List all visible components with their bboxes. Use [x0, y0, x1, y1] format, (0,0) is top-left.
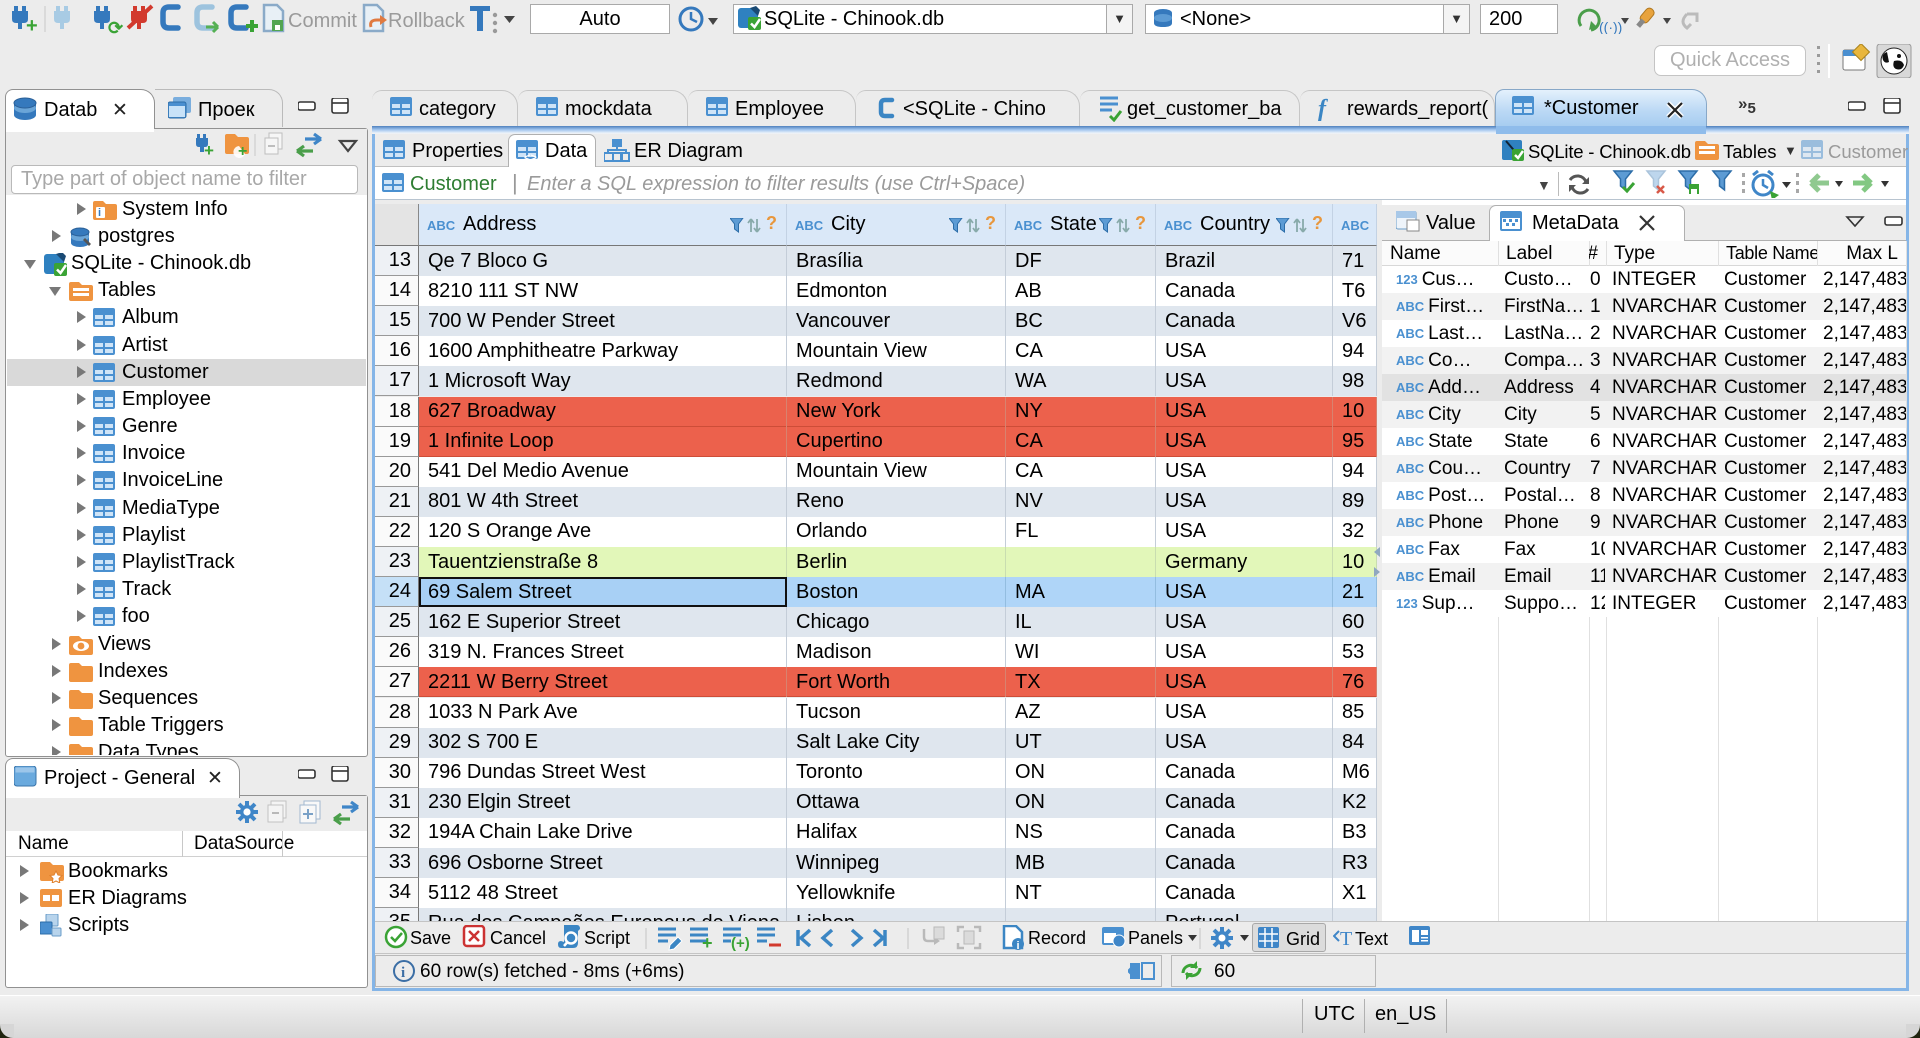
- svg-text:((·)): ((·)): [1599, 19, 1622, 34]
- svg-text:+: +: [26, 15, 38, 37]
- svg-text:T: T: [1340, 928, 1352, 949]
- svg-text:Script: Script: [584, 928, 630, 948]
- svg-text:Record: Record: [1028, 928, 1086, 948]
- svg-text:Rollback: Rollback: [388, 10, 466, 32]
- svg-text:(+): (+): [731, 935, 750, 952]
- svg-text:i: i: [401, 965, 405, 981]
- svg-text:Commit: Commit: [288, 10, 357, 32]
- svg-text:+: +: [702, 933, 713, 952]
- svg-text:i: i: [1017, 940, 1020, 952]
- svg-text:Save: Save: [410, 928, 451, 948]
- svg-text:+: +: [204, 141, 214, 160]
- svg-text:+: +: [238, 143, 247, 160]
- svg-text:⟳: ⟳: [108, 18, 124, 38]
- svg-text:Panels: Panels: [1128, 928, 1183, 948]
- svg-text:Cancel: Cancel: [490, 928, 546, 948]
- svg-text:<>: <>: [524, 152, 537, 163]
